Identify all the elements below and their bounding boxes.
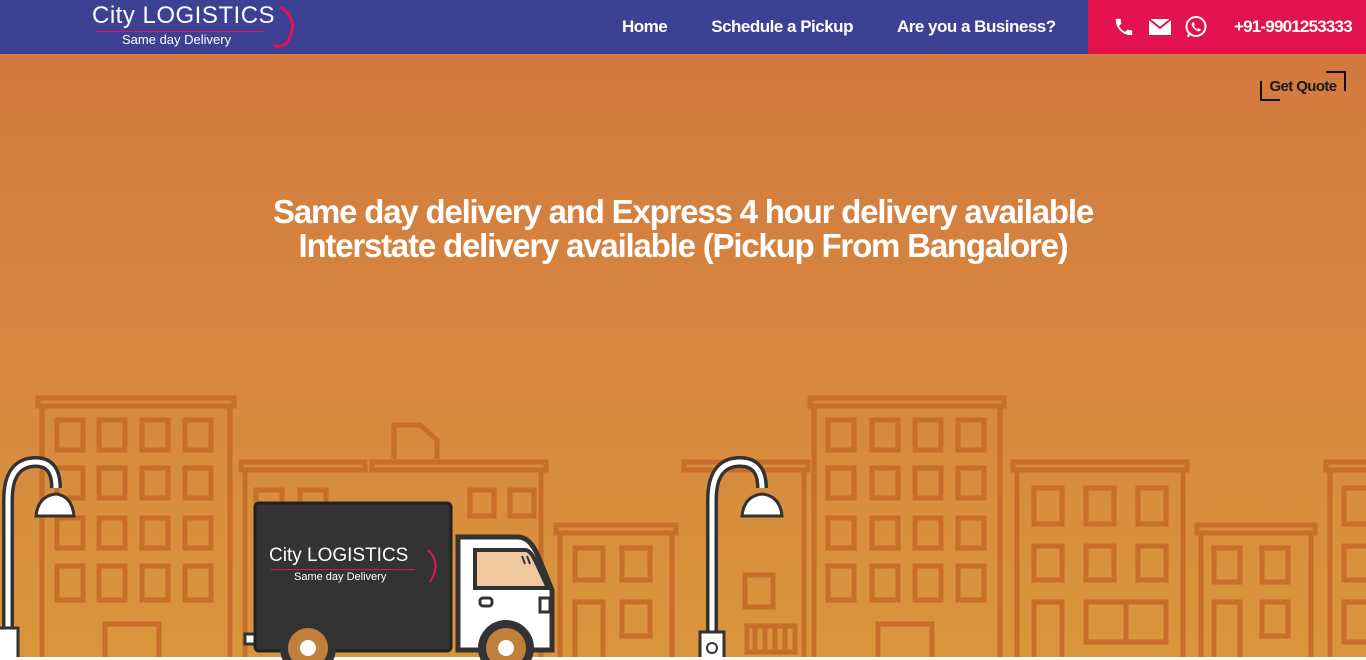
contact-bar: +91-9901253333 xyxy=(1088,0,1366,54)
whatsapp-icon[interactable] xyxy=(1184,15,1208,39)
quote-corner-bottom-left xyxy=(1260,81,1280,101)
city-illustration xyxy=(0,395,1366,657)
hero-line-1: Same day delivery and Express 4 hour del… xyxy=(273,193,1094,230)
truck-brand: City LOGISTICS Same day Delivery xyxy=(262,545,442,589)
hero-line-2: Interstate delivery available (Pickup Fr… xyxy=(298,227,1068,264)
nav-business[interactable]: Are you a Business? xyxy=(897,17,1056,37)
quote-corner-top-right xyxy=(1326,71,1346,91)
main-menu: Home Schedule a Pickup Are you a Busines… xyxy=(600,0,1078,54)
building-windows-1 xyxy=(54,417,214,657)
get-quote-button[interactable]: Get Quote xyxy=(1260,71,1346,101)
street-lamp-left xyxy=(0,455,76,657)
logo-swoosh-icon xyxy=(273,5,294,48)
phone-icon[interactable] xyxy=(1112,15,1136,39)
brand-name: City LOGISTICS xyxy=(92,2,276,29)
nav-home[interactable]: Home xyxy=(622,17,668,37)
phone-number-link[interactable]: +91-9901253333 xyxy=(1234,17,1353,37)
brand-tagline: Same day Delivery xyxy=(122,32,232,47)
brand-logo[interactable]: City LOGISTICS Same day Delivery xyxy=(92,2,302,50)
hero-headline: Same day delivery and Express 4 hour del… xyxy=(0,195,1366,263)
top-navbar: City LOGISTICS Same day Delivery Home Sc… xyxy=(0,0,1366,54)
truck-brand-tagline: Same day Delivery xyxy=(294,571,387,583)
mail-icon[interactable] xyxy=(1148,15,1172,39)
truck-brand-name: City LOGISTICS xyxy=(269,545,409,566)
nav-schedule-pickup[interactable]: Schedule a Pickup xyxy=(711,17,853,37)
truck-brand-rule xyxy=(271,569,415,570)
